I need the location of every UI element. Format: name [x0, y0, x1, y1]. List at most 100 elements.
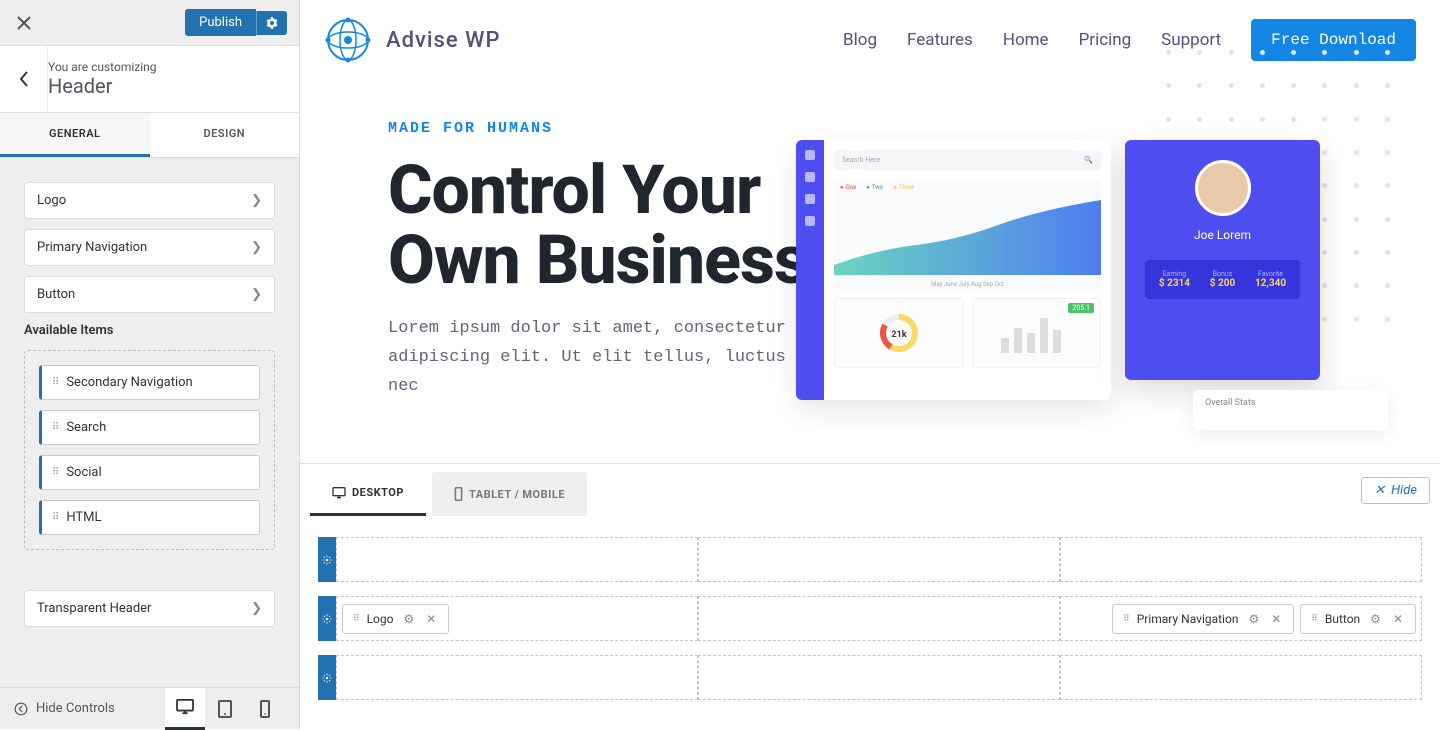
chip-label: Logo: [367, 612, 394, 626]
drag-handle-icon: ⠿: [1123, 614, 1129, 624]
back-button[interactable]: [0, 46, 48, 112]
builder-chip-button[interactable]: ⠿ Button ⚙ ✕: [1300, 604, 1416, 634]
hero-graphic: Search Here🔍 OneTwoThree May June July A…: [796, 50, 1416, 310]
site-brand[interactable]: Advise WP: [324, 16, 501, 64]
builder-row-bottom: [318, 655, 1422, 700]
builder-row-top: [318, 537, 1422, 582]
hide-controls-button[interactable]: Hide Controls: [14, 701, 115, 716]
nav-link-pricing[interactable]: Pricing: [1079, 30, 1132, 50]
gear-icon[interactable]: ⚙: [1368, 612, 1383, 626]
builder-cell[interactable]: [698, 537, 1060, 582]
nav-link-blog[interactable]: Blog: [843, 30, 877, 50]
available-html[interactable]: ⠿ HTML: [39, 500, 260, 535]
close-customizer-button[interactable]: [12, 11, 36, 35]
drag-handle-icon: ⠿: [353, 614, 359, 624]
close-icon: ✕: [1374, 483, 1385, 498]
gear-icon[interactable]: ⚙: [401, 612, 416, 626]
hero-tagline: MADE FOR HUMANS: [388, 120, 818, 137]
row-settings-button[interactable]: [318, 537, 336, 582]
stat-value: $ 2314: [1159, 278, 1190, 289]
publish-settings-button[interactable]: [256, 11, 287, 35]
gear-icon[interactable]: ⚙: [1246, 612, 1261, 626]
available-items-label: Available Items: [24, 323, 275, 338]
avatar-icon: [1195, 160, 1251, 216]
chevron-right-icon: ❯: [251, 287, 262, 302]
sidebar-footer: Hide Controls: [0, 687, 299, 729]
available-items-box: ⠿ Secondary Navigation ⠿ Search ⠿ Social…: [24, 350, 275, 550]
hero-description: Lorem ipsum dolor sit amet, consectetur …: [388, 315, 818, 402]
dash-search-text: Search Here: [842, 156, 880, 164]
builder-row-main: ⠿ Logo ⚙ ✕ ⠿ Primary Navigation ⚙ ✕: [318, 596, 1422, 641]
close-icon[interactable]: ✕: [1391, 612, 1405, 626]
builder-cell[interactable]: ⠿ Primary Navigation ⚙ ✕ ⠿ Button ⚙ ✕: [1060, 596, 1422, 641]
tab-design[interactable]: DESIGN: [150, 113, 300, 157]
sidebar-tabs: GENERAL DESIGN: [0, 113, 299, 158]
tab-general[interactable]: GENERAL: [0, 113, 150, 157]
available-secondary-navigation[interactable]: ⠿ Secondary Navigation: [39, 365, 260, 400]
stat-label: Bonus: [1210, 270, 1235, 278]
dash-months: May June July Aug Sep Oct: [834, 281, 1101, 288]
brand-logo-icon: [324, 16, 372, 64]
publish-button[interactable]: Publish: [185, 9, 256, 36]
nav-link-support[interactable]: Support: [1161, 30, 1221, 50]
builder-cell[interactable]: [698, 596, 1060, 641]
device-switcher: [165, 688, 285, 730]
hero-section: MADE FOR HUMANS Control Your Own Busines…: [300, 80, 1440, 402]
drag-handle-icon: ⠿: [52, 467, 58, 478]
available-search[interactable]: ⠿ Search: [39, 410, 260, 445]
builder-cell[interactable]: [336, 655, 698, 700]
dash-pie-value: 21k: [891, 330, 906, 340]
available-item-label: Search: [66, 420, 106, 435]
site-preview: Advise WP Blog Features Home Pricing Sup…: [300, 0, 1440, 463]
sidebar-header: You are customizing Header: [0, 46, 299, 113]
drag-handle-icon: ⠿: [52, 512, 58, 523]
customizing-label: You are customizing: [48, 60, 285, 74]
builder-cell[interactable]: [1060, 655, 1422, 700]
builder-tabs-row: DESKTOP TABLET / MOBILE ✕ Hide: [300, 464, 1440, 517]
device-mobile-button[interactable]: [245, 688, 285, 730]
close-icon[interactable]: ✕: [1269, 612, 1283, 626]
available-item-label: HTML: [66, 510, 101, 525]
profile-name: Joe Lorem: [1145, 228, 1300, 242]
brand-name: Advise WP: [386, 28, 501, 53]
section-title: Header: [48, 74, 285, 98]
drag-handle-icon: ⠿: [52, 377, 58, 388]
hero-title: Control Your Own Business: [388, 155, 818, 295]
builder-tab-desktop[interactable]: DESKTOP: [310, 472, 426, 516]
available-social[interactable]: ⠿ Social: [39, 455, 260, 490]
stat-value: $ 200: [1210, 278, 1235, 289]
available-item-label: Social: [66, 465, 101, 480]
nav-link-features[interactable]: Features: [907, 30, 973, 50]
item-logo[interactable]: Logo ❯: [24, 182, 275, 219]
item-primary-navigation[interactable]: Primary Navigation ❯: [24, 229, 275, 266]
builder-cell[interactable]: [698, 655, 1060, 700]
builder-cell[interactable]: [336, 537, 698, 582]
builder-cell[interactable]: [1060, 537, 1422, 582]
chip-label: Primary Navigation: [1137, 612, 1239, 626]
item-label: Transparent Header: [37, 601, 151, 616]
search-icon: 🔍: [1084, 156, 1093, 164]
hide-label: Hide: [1391, 483, 1417, 498]
item-label: Logo: [37, 193, 66, 208]
hide-builder-button[interactable]: ✕ Hide: [1361, 477, 1430, 504]
customizer-sidebar: Publish You are customizing Header GENER…: [0, 0, 300, 729]
close-icon[interactable]: ✕: [424, 612, 438, 626]
row-settings-button[interactable]: [318, 596, 336, 641]
builder-rows: ⠿ Logo ⚙ ✕ ⠿ Primary Navigation ⚙ ✕: [300, 517, 1440, 720]
device-tablet-button[interactable]: [205, 688, 245, 730]
nav-link-home[interactable]: Home: [1003, 30, 1049, 50]
item-transparent-header[interactable]: Transparent Header ❯: [24, 590, 275, 627]
chevron-right-icon: ❯: [251, 601, 262, 616]
chevron-right-icon: ❯: [251, 240, 262, 255]
stat-label: Earning: [1159, 270, 1190, 278]
header-builder: DESKTOP TABLET / MOBILE ✕ Hide: [300, 463, 1440, 729]
builder-chip-logo[interactable]: ⠿ Logo ⚙ ✕: [342, 604, 449, 634]
item-label: Primary Navigation: [37, 240, 147, 255]
item-button[interactable]: Button ❯: [24, 276, 275, 313]
builder-chip-primary-nav[interactable]: ⠿ Primary Navigation ⚙ ✕: [1112, 604, 1294, 634]
row-settings-button[interactable]: [318, 655, 336, 700]
stat-label: Favorite: [1255, 270, 1286, 278]
builder-cell[interactable]: ⠿ Logo ⚙ ✕: [336, 596, 698, 641]
builder-tab-mobile[interactable]: TABLET / MOBILE: [432, 472, 587, 516]
device-desktop-button[interactable]: [165, 688, 205, 730]
